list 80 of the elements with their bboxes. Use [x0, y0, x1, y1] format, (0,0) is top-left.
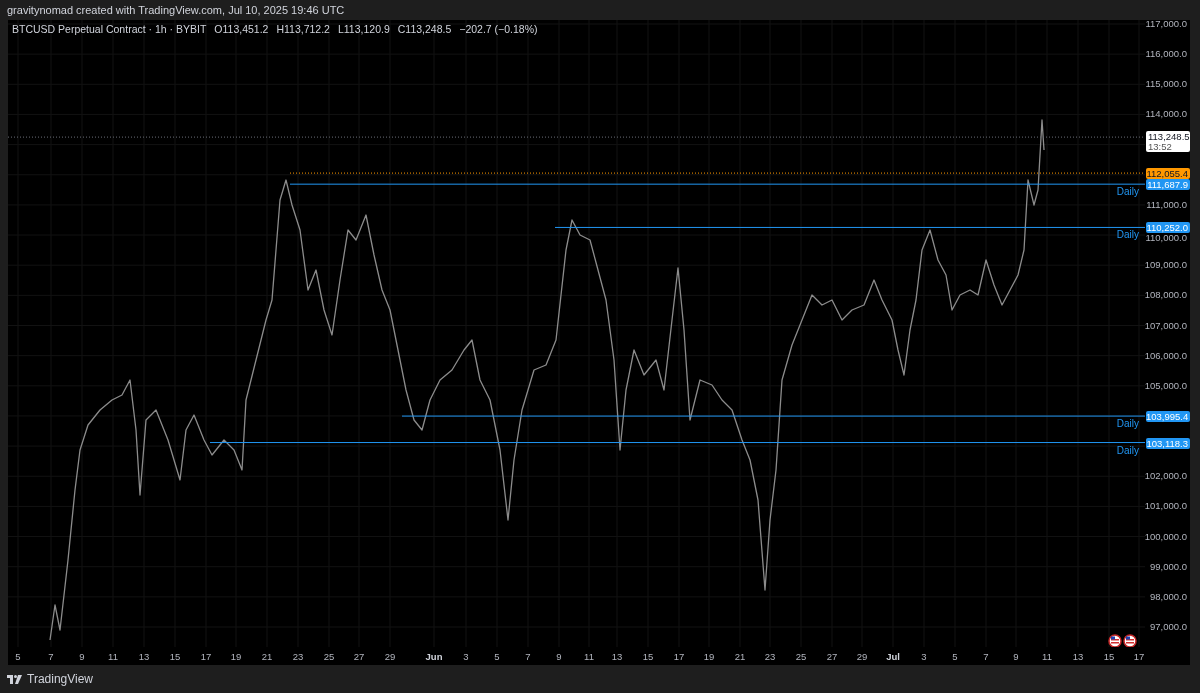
- price-label: 107,000.0: [1144, 320, 1187, 331]
- date-label: 29: [384, 650, 396, 664]
- date-label: 3: [921, 650, 927, 664]
- price-label: 100,000.0: [1144, 531, 1187, 542]
- price-label: 108,000.0: [1144, 290, 1187, 301]
- date-label: 21: [261, 650, 273, 664]
- price-label: 102,000.0: [1144, 471, 1187, 482]
- ohlc-value: 113,120.9: [343, 23, 390, 35]
- date-label: Jul: [886, 650, 900, 664]
- date-label: 27: [826, 650, 838, 664]
- date-label: 27: [353, 650, 365, 664]
- price-label: 116,000.0: [1145, 49, 1187, 60]
- price-tag: 112,055.4: [1146, 168, 1190, 180]
- price-label: 98,000.0: [1150, 591, 1187, 602]
- attribution-text: gravitynomad created with TradingView.com, Jul 10, 2025 19:46 UTC: [6, 3, 346, 18]
- ohlc-value: 113,451.2: [222, 23, 269, 35]
- date-label: 13: [138, 650, 150, 664]
- ohlc-label: H: [276, 23, 285, 35]
- price-label: 110,000.0: [1145, 233, 1187, 244]
- change-value: −202.7 (−0.18%): [459, 22, 538, 37]
- flag-icon[interactable]: [1123, 634, 1137, 647]
- date-label: 17: [673, 650, 685, 664]
- date-label: 13: [1072, 650, 1084, 664]
- date-label: 19: [230, 650, 242, 664]
- flag-icon[interactable]: [1108, 634, 1122, 647]
- price-label: 105,000.0: [1144, 380, 1187, 391]
- date-label: 15: [642, 650, 654, 664]
- price-value: 113,248.5: [1148, 132, 1188, 142]
- price-label: 114,000.0: [1145, 109, 1187, 120]
- price-label: 117,000.0: [1145, 19, 1187, 29]
- price-label: 115,000.0: [1145, 79, 1187, 90]
- date-label: 13: [611, 650, 623, 664]
- price-label: 111,000.0: [1146, 199, 1187, 210]
- price-tag: 103,995.4: [1146, 411, 1190, 423]
- date-label: 15: [1103, 650, 1115, 664]
- price-tag: 111,687.9: [1146, 179, 1190, 191]
- date-label: 17: [200, 650, 212, 664]
- brand-text: TradingView: [27, 671, 94, 688]
- date-label: 29: [856, 650, 868, 664]
- date-label: 21: [734, 650, 746, 664]
- date-label: 23: [764, 650, 776, 664]
- ohlc-label: O: [214, 23, 223, 35]
- ohlc-value: 113,712.2: [284, 23, 330, 35]
- date-label: 5: [952, 650, 958, 664]
- price-tag: 103,118.3: [1146, 437, 1190, 449]
- date-label: 7: [48, 650, 54, 664]
- level-label: Daily: [1116, 419, 1139, 430]
- date-label: 7: [525, 650, 531, 664]
- date-label: 7: [983, 650, 989, 664]
- date-label: 11: [1042, 650, 1052, 664]
- ohlc-label: L: [337, 23, 344, 35]
- date-label: 5: [494, 650, 500, 664]
- date-label: 15: [169, 650, 181, 664]
- date-label: 23: [292, 650, 304, 664]
- date-label: Jun: [425, 650, 443, 664]
- level-label: Daily: [1116, 230, 1139, 241]
- ohlc-label: C: [397, 23, 406, 35]
- date-label: 25: [795, 650, 807, 664]
- level-label: Daily: [1116, 187, 1139, 198]
- logo-icon: [7, 674, 22, 684]
- date-label: 9: [1013, 650, 1019, 664]
- date-label: 9: [556, 650, 562, 664]
- date-label: 9: [79, 650, 85, 664]
- date-label: 5: [15, 650, 21, 664]
- date-label: 25: [323, 650, 335, 664]
- date-label: 11: [108, 650, 118, 664]
- price-tag: 110,252.0: [1146, 222, 1190, 234]
- level-label: Daily: [1116, 445, 1139, 456]
- price-label: 109,000.0: [1144, 260, 1187, 271]
- price-label: 97,000.0: [1150, 622, 1187, 632]
- countdown-text: 13:52: [1148, 141, 1172, 152]
- symbol-text: BTCUSD Perpetual Contract · 1h · BYBIT: [12, 22, 207, 37]
- date-label: 19: [703, 650, 715, 664]
- date-label: 3: [463, 650, 469, 664]
- price-label: 99,000.0: [1150, 561, 1187, 572]
- date-label: 17: [1133, 650, 1145, 664]
- ohlc-value: 113,248.5: [405, 23, 452, 35]
- price-label: 106,000.0: [1144, 350, 1187, 361]
- price-label: 101,000.0: [1144, 501, 1187, 512]
- date-label: 11: [584, 650, 594, 664]
